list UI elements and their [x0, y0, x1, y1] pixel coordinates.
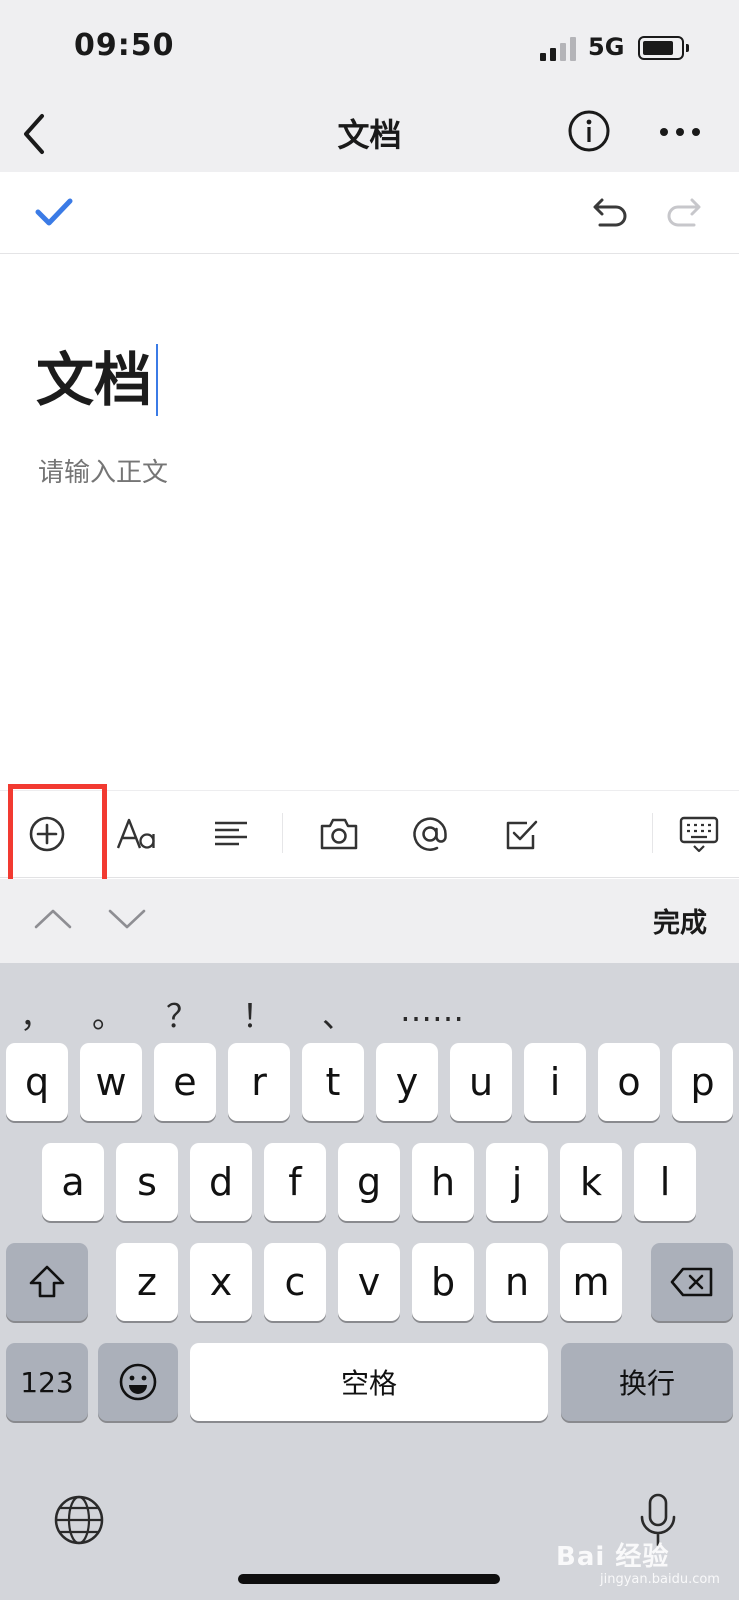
document-title[interactable]: 文档	[36, 344, 159, 416]
punct-key[interactable]: 、	[322, 991, 354, 1037]
highlight-box	[8, 784, 107, 888]
punct-key[interactable]: 。	[92, 991, 124, 1037]
page-title: 文档	[337, 116, 402, 154]
key-d[interactable]: d	[190, 1143, 252, 1221]
camera-icon[interactable]	[314, 811, 364, 857]
numbers-key[interactable]: 123	[6, 1343, 88, 1421]
signal-icon	[540, 37, 580, 61]
home-indicator[interactable]	[238, 1574, 500, 1584]
chevron-down-icon[interactable]	[106, 899, 148, 939]
key-t[interactable]: t	[302, 1043, 364, 1121]
globe-icon[interactable]	[52, 1493, 106, 1547]
redo-icon[interactable]	[664, 194, 704, 230]
key-r[interactable]: r	[228, 1043, 290, 1121]
document-title-text: 文档	[36, 346, 153, 414]
key-b[interactable]: b	[412, 1243, 474, 1321]
key-j[interactable]: j	[486, 1143, 548, 1221]
shift-icon	[29, 1265, 65, 1298]
key-e[interactable]: e	[154, 1043, 216, 1121]
edit-toolbar	[0, 172, 739, 254]
key-z[interactable]: z	[116, 1243, 178, 1321]
text-format-icon[interactable]	[112, 811, 162, 857]
key-h[interactable]: h	[412, 1143, 474, 1221]
document-body-input[interactable]	[38, 458, 698, 488]
backspace-key[interactable]	[651, 1243, 733, 1321]
key-p[interactable]: p	[672, 1043, 733, 1121]
align-icon[interactable]	[206, 811, 256, 857]
key-m[interactable]: m	[560, 1243, 622, 1321]
format-toolbar	[0, 790, 739, 878]
keyboard: ， 。 ？ ！ 、 …… q w e r t y u i o p a s d f…	[0, 963, 739, 1600]
return-key[interactable]: 换行	[561, 1343, 733, 1421]
undo-icon[interactable]	[590, 194, 630, 230]
info-circle-icon[interactable]	[567, 109, 611, 153]
status-bar: 09:50 5G	[0, 0, 739, 96]
checkmark-icon[interactable]	[32, 192, 76, 232]
key-w[interactable]: w	[80, 1043, 142, 1121]
emoji-icon	[119, 1363, 157, 1401]
key-v[interactable]: v	[338, 1243, 400, 1321]
key-g[interactable]: g	[338, 1143, 400, 1221]
network-type: 5G	[588, 33, 625, 61]
at-mention-icon[interactable]	[405, 811, 455, 857]
key-i[interactable]: i	[524, 1043, 586, 1121]
key-x[interactable]: x	[190, 1243, 252, 1321]
done-button[interactable]: 完成	[653, 901, 707, 940]
text-caret	[156, 344, 159, 416]
key-o[interactable]: o	[598, 1043, 660, 1121]
watermark: Bai 经验	[556, 1542, 670, 1572]
key-u[interactable]: u	[450, 1043, 512, 1121]
punct-key[interactable]: ……	[400, 991, 464, 1029]
shift-key[interactable]	[6, 1243, 88, 1321]
key-n[interactable]: n	[486, 1243, 548, 1321]
key-f[interactable]: f	[264, 1143, 326, 1221]
punct-key[interactable]: ，	[20, 991, 52, 1037]
emoji-key[interactable]	[98, 1343, 178, 1421]
key-a[interactable]: a	[42, 1143, 104, 1221]
chevron-up-icon[interactable]	[32, 899, 74, 939]
keyboard-hide-icon[interactable]	[674, 811, 724, 857]
punct-key[interactable]: ！	[242, 991, 274, 1037]
key-y[interactable]: y	[376, 1043, 438, 1121]
nav-bar: 文档	[0, 96, 739, 172]
status-time: 09:50	[74, 28, 175, 63]
checkbox-icon[interactable]	[497, 811, 547, 857]
key-k[interactable]: k	[560, 1143, 622, 1221]
watermark-url: jingyan.baidu.com	[600, 1572, 720, 1587]
key-l[interactable]: l	[634, 1143, 696, 1221]
space-key[interactable]: 空格	[190, 1343, 548, 1421]
battery-icon	[638, 36, 689, 60]
keyboard-accessory-bar: 完成	[0, 879, 739, 963]
more-dots-icon[interactable]	[656, 112, 704, 152]
backspace-icon	[670, 1267, 713, 1297]
key-s[interactable]: s	[116, 1143, 178, 1221]
key-q[interactable]: q	[6, 1043, 68, 1121]
key-c[interactable]: c	[264, 1243, 326, 1321]
punct-key[interactable]: ？	[166, 991, 198, 1037]
